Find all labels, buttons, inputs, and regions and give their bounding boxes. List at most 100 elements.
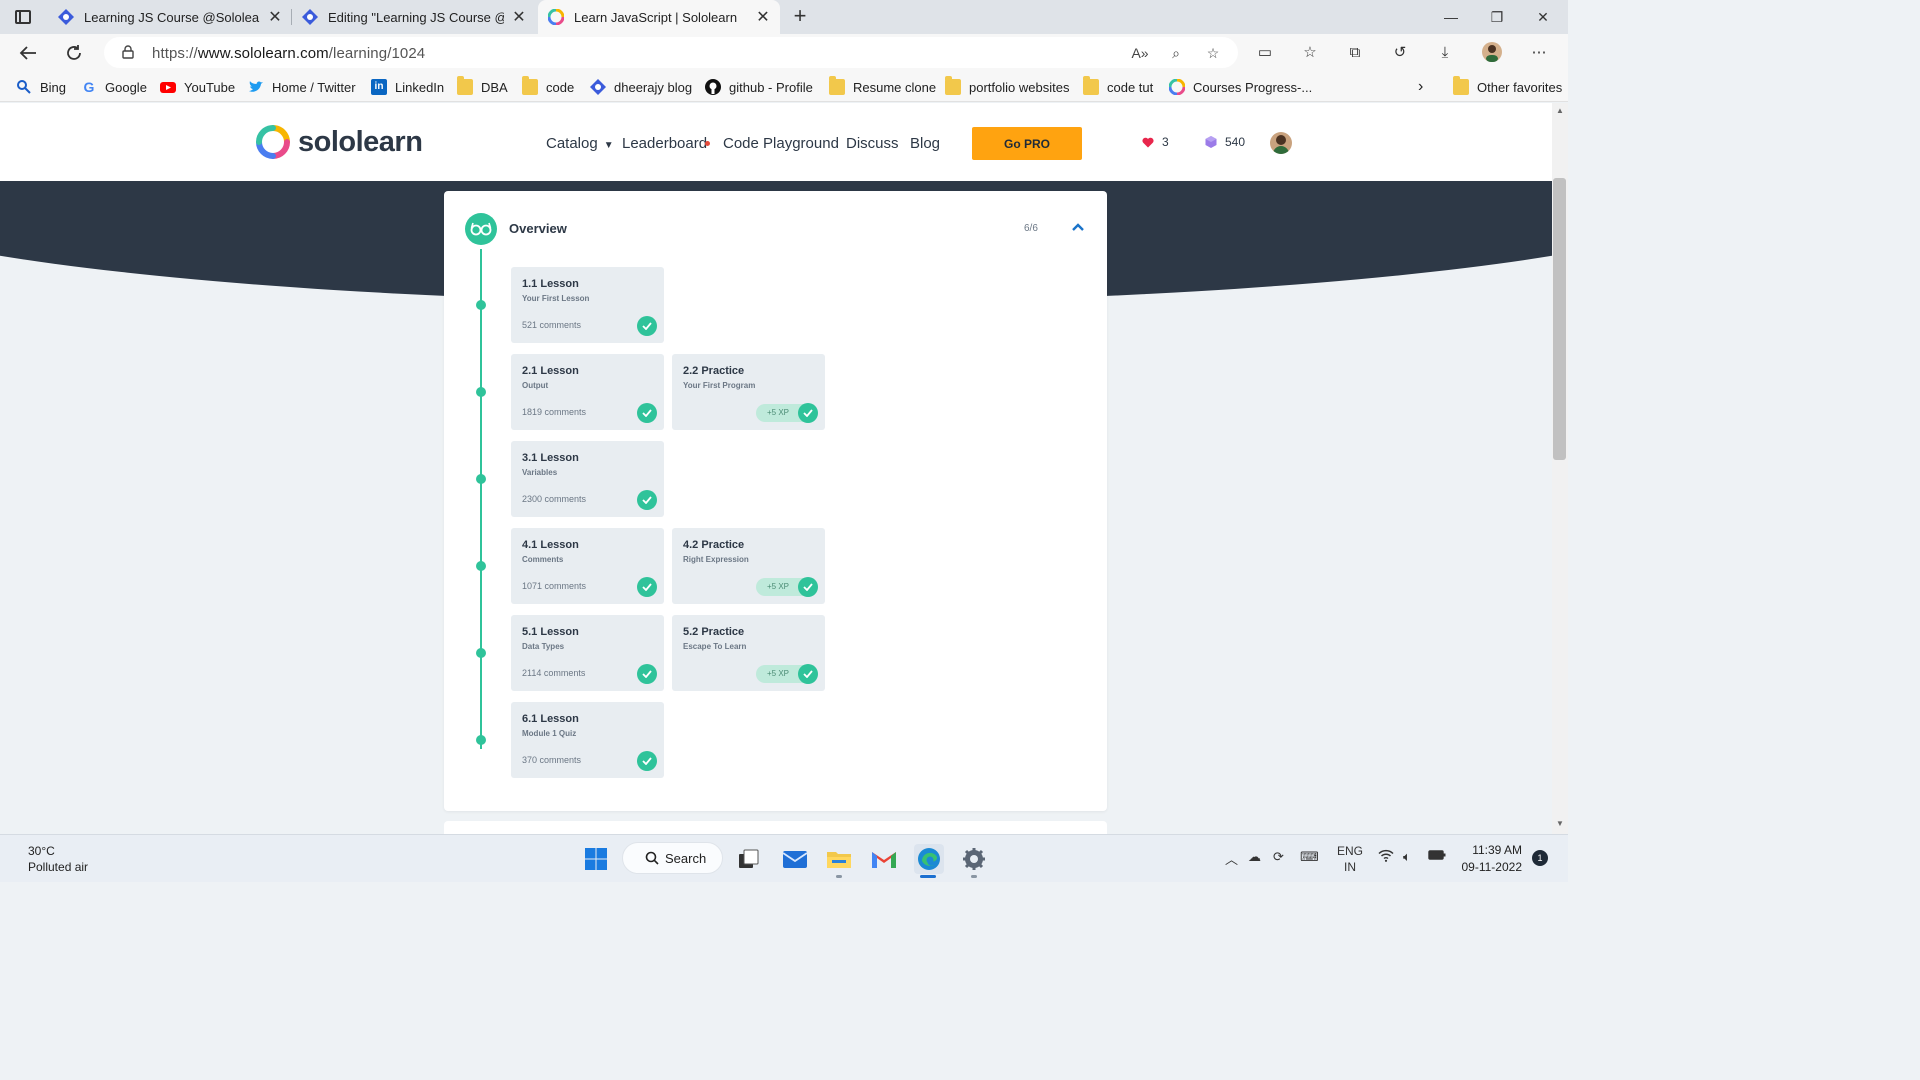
task-view-icon[interactable] — [734, 844, 764, 874]
lesson-comments[interactable]: 1819 comments — [522, 407, 586, 417]
download-icon[interactable]: ⤓ — [1434, 42, 1456, 64]
scrollbar-thumb[interactable] — [1553, 178, 1566, 460]
wifi-icon[interactable] — [1378, 849, 1394, 865]
favorite-twitter[interactable]: Home / Twitter — [248, 78, 356, 96]
profile-avatar-icon[interactable] — [1481, 42, 1503, 64]
url-text[interactable]: https://www.sololearn.com/learning/1024 — [152, 45, 425, 62]
favorites-icon[interactable]: ☆ — [1299, 42, 1321, 64]
favorite-folder-code[interactable]: code — [522, 76, 574, 96]
lesson-title: 2.1 Lesson — [522, 365, 579, 377]
lesson-comments[interactable]: 2114 comments — [522, 668, 585, 678]
file-explorer-icon[interactable] — [824, 844, 854, 874]
nav-discuss[interactable]: Discuss — [846, 135, 899, 152]
practice-card[interactable]: 5.2 Practice Escape To Learn +5 XP — [672, 615, 825, 691]
favorite-bing[interactable]: Bing — [16, 78, 66, 96]
folder-icon — [829, 76, 845, 95]
favorite-folder-resume[interactable]: Resume clone — [829, 76, 936, 96]
browser-tab-2[interactable]: Editing "Learning JS Course @So ✕ — [292, 0, 536, 34]
language-indicator[interactable]: ENG IN — [1337, 843, 1363, 875]
favorite-google[interactable]: G Google — [81, 78, 147, 96]
gems-counter[interactable]: 540 — [1205, 135, 1245, 149]
favorites-overflow-chevron-icon[interactable]: › — [1418, 78, 1423, 96]
close-tab-icon[interactable]: ✕ — [512, 7, 526, 27]
taskbar-search[interactable]: Search — [622, 842, 723, 874]
overview-title: Overview — [509, 221, 567, 236]
practice-card[interactable]: 4.2 Practice Right Expression +5 XP — [672, 528, 825, 604]
mail-icon[interactable] — [780, 844, 810, 874]
chevron-up-icon[interactable] — [1070, 219, 1086, 235]
address-bar[interactable]: https://www.sololearn.com/learning/1024 … — [104, 37, 1238, 68]
browser-tab-1[interactable]: Learning JS Course @Sololearn - ✕ — [48, 0, 292, 34]
lesson-comments[interactable]: 521 comments — [522, 320, 581, 330]
lock-icon[interactable] — [122, 45, 134, 59]
lesson-card[interactable]: 1.1 Lesson Your First Lesson 521 comment… — [511, 267, 664, 343]
sololearn-logo[interactable]: sololearn — [256, 125, 423, 159]
web-page: sololearn Catalog ▼ Leaderboard Code Play… — [0, 103, 1552, 834]
zoom-icon[interactable]: ⌕ — [1167, 45, 1185, 61]
favorite-folder-dba[interactable]: DBA — [457, 76, 508, 96]
nav-leaderboard[interactable]: Leaderboard — [622, 135, 707, 152]
refresh-icon[interactable] — [60, 40, 88, 66]
back-icon[interactable] — [14, 40, 42, 66]
lesson-card[interactable]: 6.1 Lesson Module 1 Quiz 370 comments — [511, 702, 664, 778]
sololearn-icon — [548, 9, 564, 25]
scroll-up-icon[interactable]: ▲ — [1553, 106, 1567, 118]
favorite-other-favorites[interactable]: Other favorites — [1453, 76, 1562, 96]
lesson-comments[interactable]: 2300 comments — [522, 494, 586, 504]
sololearn-logo-icon — [256, 125, 290, 159]
nav-catalog[interactable]: Catalog ▼ — [546, 135, 614, 152]
tab-actions-icon[interactable] — [12, 7, 34, 27]
history-icon[interactable]: ↺ — [1389, 42, 1411, 64]
user-avatar[interactable] — [1270, 132, 1292, 154]
favorite-folder-codetut[interactable]: code tut — [1083, 76, 1153, 96]
system-clock[interactable]: 11:39 AM 09-11-2022 — [1458, 842, 1523, 876]
lesson-card[interactable]: 4.1 Lesson Comments 1071 comments — [511, 528, 664, 604]
favorite-github[interactable]: github - Profile — [705, 78, 813, 96]
more-menu-icon[interactable]: ⋯ — [1528, 42, 1550, 64]
practice-card[interactable]: 2.2 Practice Your First Program +5 XP — [672, 354, 825, 430]
favorite-blog[interactable]: dheerajy blog — [590, 78, 692, 96]
close-tab-icon[interactable]: ✕ — [268, 7, 282, 27]
lesson-comments[interactable]: 370 comments — [522, 755, 581, 765]
favorite-youtube[interactable]: YouTube — [160, 78, 235, 96]
lesson-title: 6.1 Lesson — [522, 713, 579, 725]
check-icon — [798, 403, 818, 423]
settings-gear-icon[interactable] — [959, 844, 989, 874]
add-favorite-icon[interactable]: ☆ — [1204, 45, 1222, 61]
volume-icon[interactable]: 🔈︎ — [1403, 849, 1411, 865]
collections-icon[interactable]: ⧉ — [1344, 42, 1366, 64]
lesson-card[interactable]: 3.1 Lesson Variables 2300 comments — [511, 441, 664, 517]
tray-overflow-chevron-icon[interactable]: ︿ — [1225, 849, 1238, 868]
lesson-card[interactable]: 2.1 Lesson Output 1819 comments — [511, 354, 664, 430]
restore-icon[interactable]: ❐ — [1474, 0, 1520, 34]
hearts-counter[interactable]: 3 — [1142, 135, 1169, 149]
nav-blog[interactable]: Blog — [910, 135, 940, 152]
gmail-icon[interactable] — [869, 844, 899, 874]
scroll-down-icon[interactable]: ▼ — [1553, 819, 1567, 831]
weather-widget[interactable]: 30°C Polluted air — [28, 843, 88, 875]
new-tab-button[interactable]: + — [788, 4, 812, 28]
close-tab-icon[interactable]: ✕ — [756, 7, 770, 27]
windows-taskbar: 30°C Polluted air Search ︿ ☁ ⟳ ⌨ ENG IN … — [0, 834, 1568, 882]
go-pro-button[interactable]: Go PRO — [972, 127, 1082, 160]
battery-icon[interactable] — [1428, 849, 1446, 864]
nav-code-playground[interactable]: Code Playground — [723, 135, 839, 152]
notification-badge[interactable]: 1 — [1532, 850, 1548, 866]
edge-browser-icon[interactable] — [914, 844, 944, 874]
sync-icon[interactable]: ⟳ — [1273, 849, 1284, 865]
read-aloud-icon[interactable]: A» — [1131, 45, 1149, 61]
favorite-courses-progress[interactable]: Courses Progress-... — [1169, 78, 1312, 96]
lesson-comments[interactable]: 1071 comments — [522, 581, 586, 591]
close-window-icon[interactable]: ✕ — [1520, 0, 1566, 34]
favorite-linkedin[interactable]: in LinkedIn — [371, 78, 444, 96]
keyboard-icon[interactable]: ⌨ — [1300, 849, 1319, 865]
minimize-icon[interactable]: — — [1428, 0, 1474, 34]
browser-tab-active[interactable]: Learn JavaScript | Sololearn ✕ — [538, 0, 780, 34]
lesson-subtitle: Your First Lesson — [522, 294, 590, 303]
windows-start-icon[interactable] — [581, 844, 611, 874]
favorite-folder-portfolio[interactable]: portfolio websites — [945, 76, 1069, 96]
lesson-title: 1.1 Lesson — [522, 278, 579, 290]
onedrive-cloud-icon[interactable]: ☁ — [1248, 849, 1261, 865]
cast-icon[interactable]: ▭ — [1254, 42, 1276, 64]
lesson-card[interactable]: 5.1 Lesson Data Types 2114 comments — [511, 615, 664, 691]
